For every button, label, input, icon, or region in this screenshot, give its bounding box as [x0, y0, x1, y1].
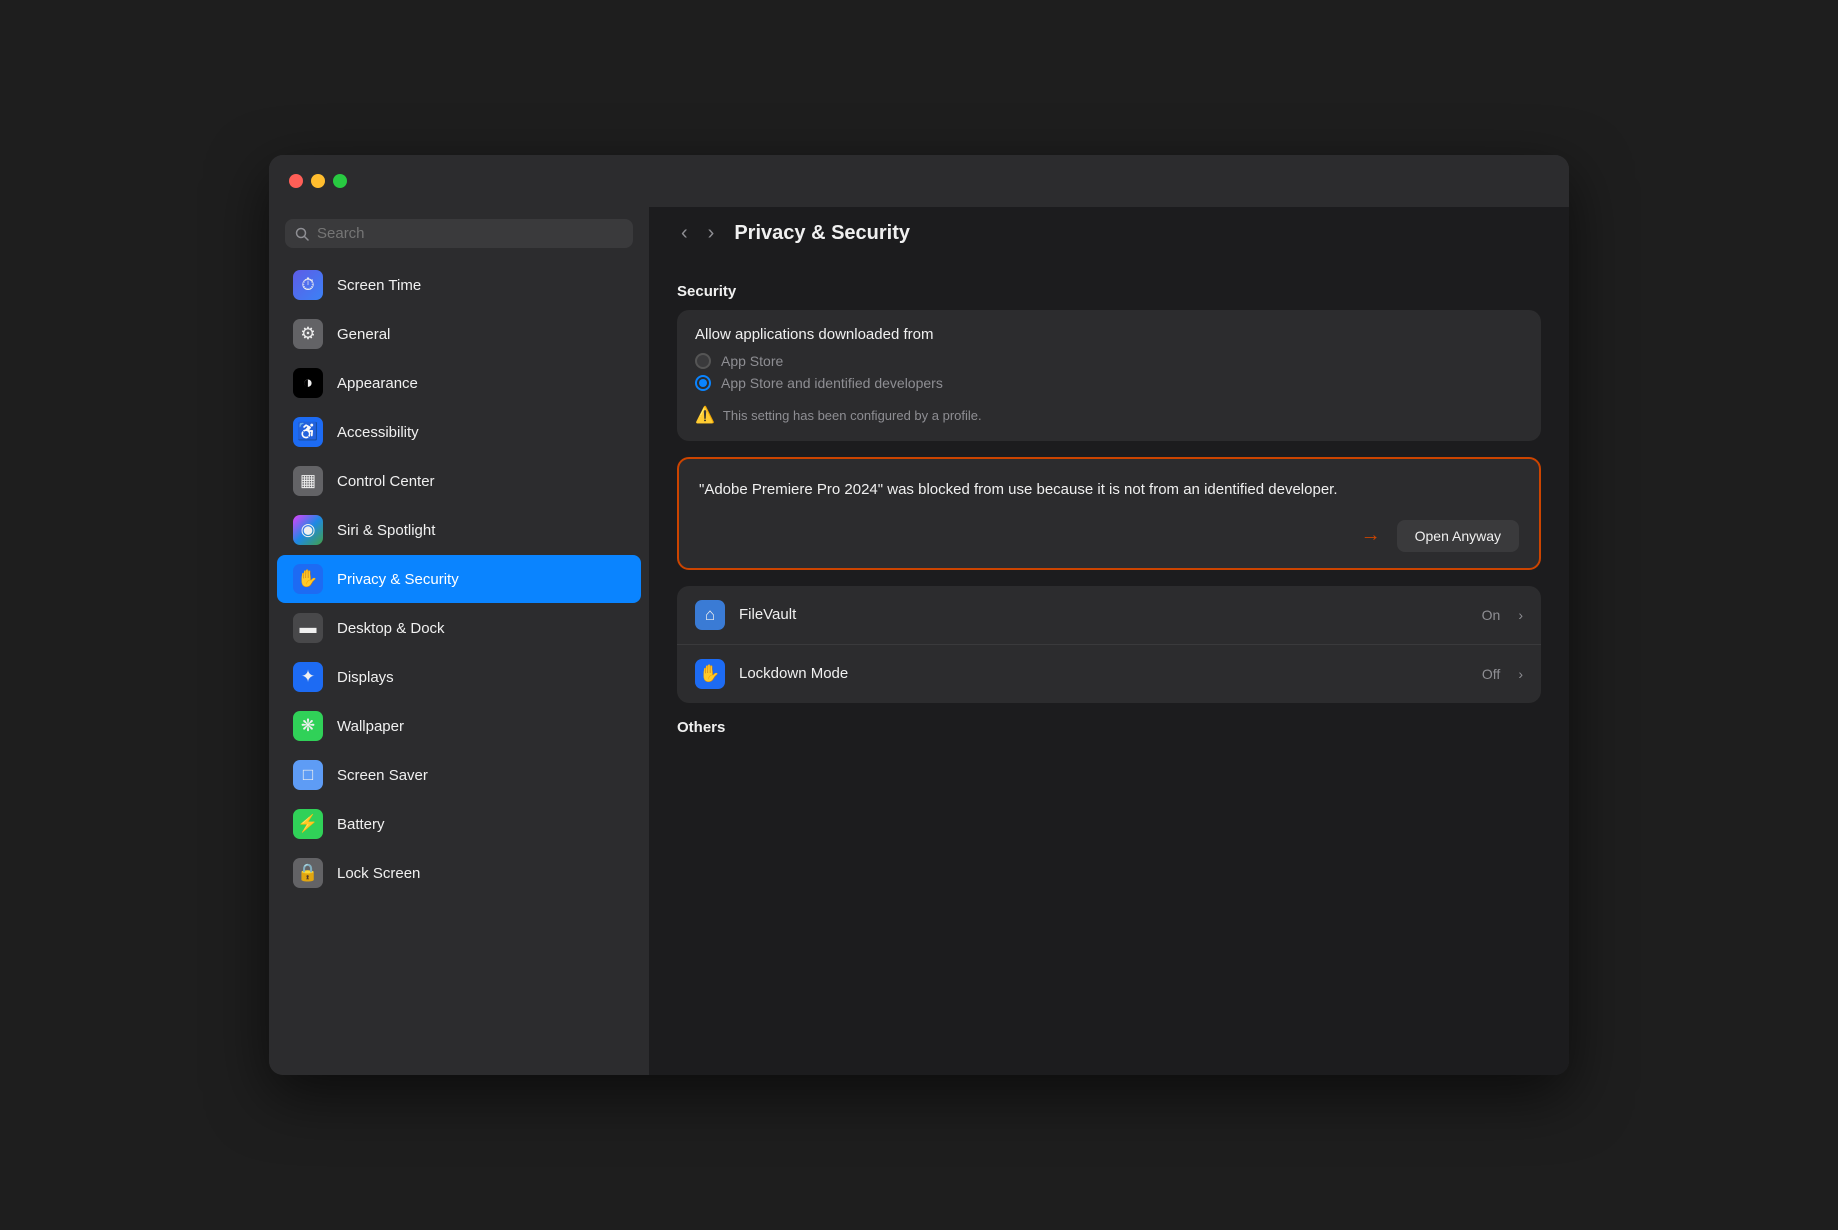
- warning-text: This setting has been configured by a pr…: [723, 408, 982, 423]
- sidebar: ⏱ Screen Time ⚙ General ◑ Appearance ♿ A…: [269, 207, 649, 1075]
- titlebar: [269, 155, 1569, 207]
- app-store-radio: [695, 353, 711, 369]
- open-anyway-row: → Open Anyway: [699, 520, 1519, 552]
- content-area: ⏱ Screen Time ⚙ General ◑ Appearance ♿ A…: [269, 207, 1569, 1075]
- general-label: General: [337, 326, 390, 343]
- app-store-radio-label: App Store: [721, 353, 783, 369]
- others-section: Others: [677, 719, 1541, 736]
- security-section: Security Allow applications downloaded f…: [677, 283, 1541, 441]
- displays-icon: ✦: [293, 662, 323, 692]
- filevault-label: FileVault: [739, 606, 1468, 623]
- sidebar-item-appearance[interactable]: ◑ Appearance: [277, 359, 641, 407]
- displays-label: Displays: [337, 669, 394, 686]
- sidebar-item-wallpaper[interactable]: ❋ Wallpaper: [277, 702, 641, 750]
- allow-apps-content: Allow applications downloaded from App S…: [677, 310, 1541, 441]
- sidebar-item-accessibility[interactable]: ♿ Accessibility: [277, 408, 641, 456]
- others-section-title: Others: [677, 719, 1541, 736]
- search-container: [269, 219, 649, 260]
- security-section-title: Security: [677, 283, 1541, 300]
- app-store-identified-radio: [695, 375, 711, 391]
- open-anyway-button[interactable]: Open Anyway: [1397, 520, 1519, 552]
- warning-row: ⚠️ This setting has been configured by a…: [695, 397, 1523, 425]
- control-center-icon: ▦: [293, 466, 323, 496]
- sidebar-item-control-center[interactable]: ▦ Control Center: [277, 457, 641, 505]
- screen-time-label: Screen Time: [337, 277, 421, 294]
- lock-label: Lock Screen: [337, 865, 420, 882]
- warning-icon: ⚠️: [695, 405, 715, 425]
- traffic-lights: [269, 174, 347, 188]
- lockdown-icon: ✋: [695, 659, 725, 689]
- siri-icon: ◉: [293, 515, 323, 545]
- blocked-app-card: "Adobe Premiere Pro 2024" was blocked fr…: [677, 457, 1541, 570]
- wallpaper-label: Wallpaper: [337, 718, 404, 735]
- forward-button[interactable]: ›: [704, 221, 719, 245]
- search-box[interactable]: [285, 219, 633, 248]
- privacy-label: Privacy & Security: [337, 571, 459, 588]
- radio-options: App Store App Store and identified devel…: [695, 353, 1523, 391]
- security-features-card: ⌂ FileVault On › ✋ Lockdown Mode Off ›: [677, 586, 1541, 703]
- accessibility-icon: ♿: [293, 417, 323, 447]
- filevault-chevron: ›: [1518, 607, 1523, 623]
- page-title: Privacy & Security: [734, 222, 910, 245]
- screensaver-label: Screen Saver: [337, 767, 428, 784]
- lockdown-row[interactable]: ✋ Lockdown Mode Off ›: [677, 645, 1541, 703]
- sidebar-items-container: ⏱ Screen Time ⚙ General ◑ Appearance ♿ A…: [269, 260, 649, 898]
- sidebar-item-desktop[interactable]: ▬ Desktop & Dock: [277, 604, 641, 652]
- general-icon: ⚙: [293, 319, 323, 349]
- appearance-icon: ◑: [293, 368, 323, 398]
- sidebar-item-screensaver[interactable]: □ Screen Saver: [277, 751, 641, 799]
- control-center-label: Control Center: [337, 473, 435, 490]
- search-input[interactable]: [317, 225, 623, 242]
- siri-label: Siri & Spotlight: [337, 522, 435, 539]
- filevault-icon: ⌂: [695, 600, 725, 630]
- desktop-icon: ▬: [293, 613, 323, 643]
- allow-label: Allow applications downloaded from: [695, 326, 1523, 343]
- sidebar-item-siri[interactable]: ◉ Siri & Spotlight: [277, 506, 641, 554]
- lockdown-value: Off: [1482, 666, 1500, 682]
- accessibility-label: Accessibility: [337, 424, 419, 441]
- minimize-button[interactable]: [311, 174, 325, 188]
- battery-label: Battery: [337, 816, 385, 833]
- filevault-row[interactable]: ⌂ FileVault On ›: [677, 586, 1541, 645]
- allow-apps-card: Allow applications downloaded from App S…: [677, 310, 1541, 441]
- app-store-identified-radio-label: App Store and identified developers: [721, 375, 943, 391]
- wallpaper-icon: ❋: [293, 711, 323, 741]
- filevault-value: On: [1482, 607, 1501, 623]
- lockdown-chevron: ›: [1518, 666, 1523, 682]
- battery-icon: ⚡: [293, 809, 323, 839]
- main-content-panel: ‹ › Privacy & Security Security Allow ap…: [649, 207, 1569, 1075]
- sidebar-item-battery[interactable]: ⚡ Battery: [277, 800, 641, 848]
- screensaver-icon: □: [293, 760, 323, 790]
- sidebar-item-screen-time[interactable]: ⏱ Screen Time: [277, 261, 641, 309]
- sidebar-item-lock[interactable]: 🔒 Lock Screen: [277, 849, 641, 897]
- system-preferences-window: ⏱ Screen Time ⚙ General ◑ Appearance ♿ A…: [269, 155, 1569, 1075]
- back-button[interactable]: ‹: [677, 221, 692, 245]
- privacy-icon: ✋: [293, 564, 323, 594]
- radio-option-app-store[interactable]: App Store: [695, 353, 1523, 369]
- desktop-label: Desktop & Dock: [337, 620, 445, 637]
- blocked-app-message: "Adobe Premiere Pro 2024" was blocked fr…: [699, 479, 1519, 502]
- sidebar-item-general[interactable]: ⚙ General: [277, 310, 641, 358]
- screen-time-icon: ⏱: [293, 270, 323, 300]
- lock-icon: 🔒: [293, 858, 323, 888]
- maximize-button[interactable]: [333, 174, 347, 188]
- sidebar-item-privacy[interactable]: ✋ Privacy & Security: [277, 555, 641, 603]
- sidebar-item-displays[interactable]: ✦ Displays: [277, 653, 641, 701]
- lockdown-label: Lockdown Mode: [739, 665, 1468, 682]
- search-icon: [295, 227, 309, 241]
- radio-option-app-store-identified[interactable]: App Store and identified developers: [695, 375, 1523, 391]
- appearance-label: Appearance: [337, 375, 418, 392]
- main-header: ‹ › Privacy & Security: [649, 207, 1569, 259]
- scrollable-content: Security Allow applications downloaded f…: [649, 259, 1569, 1075]
- close-button[interactable]: [289, 174, 303, 188]
- arrow-icon: →: [1361, 524, 1381, 547]
